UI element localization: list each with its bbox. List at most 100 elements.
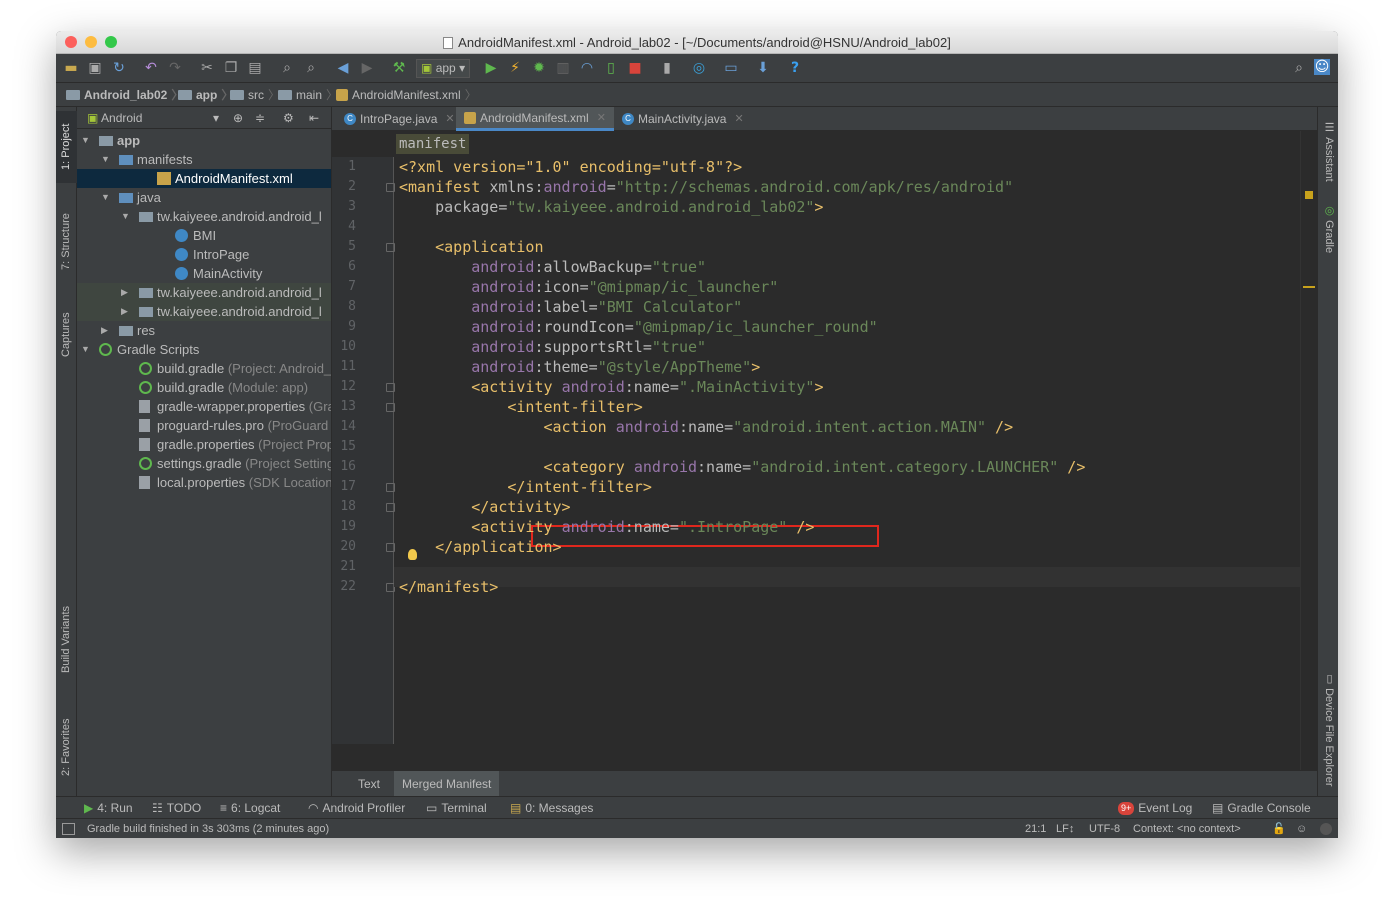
redo-icon[interactable]: ↷: [166, 59, 184, 77]
tree-item[interactable]: gradle.properties (Project Prope: [77, 435, 331, 454]
build-variants-tool-tab[interactable]: Build Variants: [56, 591, 77, 687]
breadcrumb-main[interactable]: main 〉: [278, 83, 338, 107]
user-icon[interactable]: ☺: [1314, 59, 1330, 75]
project-structure-icon[interactable]: ▭: [722, 59, 740, 77]
stop-icon[interactable]: ■: [626, 59, 644, 77]
collapsed-arrow-icon[interactable]: ▶: [121, 302, 128, 321]
close-window-button[interactable]: [65, 36, 77, 48]
expanded-arrow-icon[interactable]: ▼: [81, 131, 90, 150]
paste-icon[interactable]: ▤: [246, 59, 264, 77]
gradle-console-tool-button[interactable]: ▤ Gradle Console: [1212, 797, 1311, 819]
tree-item[interactable]: local.properties (SDK Location): [77, 473, 331, 492]
close-tab-icon[interactable]: ✕: [734, 107, 743, 131]
breadcrumb-app[interactable]: app 〉: [178, 83, 233, 107]
expanded-arrow-icon[interactable]: ▼: [121, 207, 130, 226]
tree-item[interactable]: ▼ Gradle Scripts: [77, 340, 331, 359]
sync-gradle-icon[interactable]: ◎: [690, 59, 708, 77]
event-log-tool-button[interactable]: 9+ Event Log: [1118, 797, 1192, 819]
locate-icon[interactable]: ⊕: [233, 107, 243, 129]
collapsed-arrow-icon[interactable]: ▶: [101, 321, 108, 340]
code-editor[interactable]: <?xml version="1.0" encoding="utf-8"?> <m…: [394, 157, 1312, 744]
coverage-icon[interactable]: ▥: [554, 59, 572, 77]
help-icon[interactable]: ?: [786, 59, 804, 77]
back-icon[interactable]: ◀: [334, 59, 352, 77]
tree-item[interactable]: ▼ app: [77, 131, 331, 150]
sync-icon[interactable]: ↻: [110, 59, 128, 77]
device-file-explorer-tool-tab[interactable]: ▯ Device File Explorer: [1318, 667, 1338, 791]
context-indicator[interactable]: Context: <no context>: [1133, 819, 1241, 838]
assistant-tool-tab[interactable]: ☰ Assistant: [1318, 111, 1338, 191]
avd-manager-icon[interactable]: ▮: [658, 59, 676, 77]
settings-gear-icon[interactable]: ⚙: [283, 107, 294, 129]
structure-tool-tab[interactable]: 7: Structure: [56, 197, 77, 287]
gradle-tool-tab[interactable]: ◎ Gradle: [1318, 199, 1338, 259]
favorites-tool-tab[interactable]: 2: Favorites: [56, 705, 77, 789]
file-encoding[interactable]: UTF-8: [1089, 819, 1120, 838]
run-tool-button[interactable]: ▶ 4: Run: [84, 797, 133, 819]
sdk-manager-icon[interactable]: ⬇: [754, 59, 772, 77]
tree-item[interactable]: IntroPage: [77, 245, 331, 264]
search-everywhere-icon[interactable]: ⌕: [1290, 59, 1308, 77]
tab-intropage-java[interactable]: C IntroPage.java ✕: [336, 107, 463, 131]
line-separator[interactable]: LF↕: [1056, 819, 1074, 838]
tree-item[interactable]: ▶ res: [77, 321, 331, 340]
tree-item[interactable]: MainActivity: [77, 264, 331, 283]
find-icon[interactable]: ⌕: [278, 59, 296, 77]
tree-item[interactable]: AndroidManifest.xml: [77, 169, 331, 188]
cut-icon[interactable]: ✂: [198, 59, 216, 77]
expanded-arrow-icon[interactable]: ▼: [81, 340, 90, 359]
expanded-arrow-icon[interactable]: ▼: [101, 188, 110, 207]
run-config-select[interactable]: ▣ app ▾: [416, 59, 471, 78]
copy-icon[interactable]: ❐: [222, 59, 240, 77]
hide-panel-icon[interactable]: ⇤: [309, 107, 319, 129]
tree-item[interactable]: ▶ tw.kaiyeee.android.android_l: [77, 283, 331, 302]
lock-icon[interactable]: 🔓: [1272, 819, 1286, 838]
breadcrumb-src[interactable]: src 〉: [230, 83, 280, 107]
tree-item[interactable]: settings.gradle (Project Setting:: [77, 454, 331, 473]
maximize-window-button[interactable]: [105, 36, 117, 48]
save-icon[interactable]: ▣: [86, 59, 104, 77]
replace-icon[interactable]: ⌕: [302, 59, 320, 77]
breadcrumb-project[interactable]: Android_lab02〉: [66, 83, 183, 107]
attach-debugger-icon[interactable]: ▯: [602, 59, 620, 77]
captures-tool-tab[interactable]: Captures: [56, 295, 77, 375]
cursor-position[interactable]: 21:1: [1025, 819, 1046, 838]
tab-mainactivity-java[interactable]: C MainActivity.java ✕: [614, 107, 752, 131]
inspector-icon[interactable]: ☺: [1296, 819, 1307, 838]
open-folder-icon[interactable]: ▬: [62, 59, 80, 77]
close-tab-icon[interactable]: ✕: [597, 106, 606, 130]
tree-item[interactable]: proguard-rules.pro (ProGuard R: [77, 416, 331, 435]
tree-item[interactable]: gradle-wrapper.properties (Grac: [77, 397, 331, 416]
apply-changes-icon[interactable]: ⚡: [506, 59, 524, 77]
debug-icon[interactable]: ✹: [530, 59, 548, 77]
build-hammer-icon[interactable]: ⚒: [390, 59, 408, 77]
collapse-all-icon[interactable]: ≑: [255, 107, 265, 129]
close-tab-icon[interactable]: ✕: [445, 107, 454, 131]
minimize-window-button[interactable]: [85, 36, 97, 48]
tree-item[interactable]: ▼ tw.kaiyeee.android.android_l: [77, 207, 331, 226]
terminal-tool-button[interactable]: ▭ Terminal: [426, 797, 487, 819]
undo-icon[interactable]: ↶: [142, 59, 160, 77]
collapsed-arrow-icon[interactable]: ▶: [121, 283, 128, 302]
view-mode-select[interactable]: Android: [101, 111, 142, 125]
logcat-tool-button[interactable]: ≡ 6: Logcat: [220, 797, 280, 819]
profile-icon[interactable]: ◠: [578, 59, 596, 77]
tree-item[interactable]: ▼ java: [77, 188, 331, 207]
tab-text[interactable]: Text: [346, 771, 393, 797]
toggle-tool-windows-icon[interactable]: [62, 823, 75, 835]
tree-item[interactable]: ▼ manifests: [77, 150, 331, 169]
run-icon[interactable]: ▶: [482, 59, 500, 77]
chevron-down-icon[interactable]: ▾: [213, 107, 219, 129]
tree-item[interactable]: build.gradle (Module: app): [77, 378, 331, 397]
todo-tool-button[interactable]: ☷ TODO: [152, 797, 201, 819]
xml-breadcrumb[interactable]: manifest: [396, 134, 470, 154]
forward-icon[interactable]: ▶: [358, 59, 376, 77]
expanded-arrow-icon[interactable]: ▼: [101, 150, 110, 169]
tab-androidmanifest-xml[interactable]: AndroidManifest.xml ✕: [456, 107, 614, 131]
tree-item[interactable]: ▶ tw.kaiyeee.android.android_l: [77, 302, 331, 321]
profiler-tool-button[interactable]: ◠ Android Profiler: [308, 797, 405, 819]
breadcrumb-file[interactable]: AndroidManifest.xml 〉: [336, 83, 477, 107]
messages-tool-button[interactable]: ▤ 0: Messages: [510, 797, 593, 819]
project-tool-tab[interactable]: 1: Project: [56, 111, 77, 183]
tree-item[interactable]: BMI: [77, 226, 331, 245]
